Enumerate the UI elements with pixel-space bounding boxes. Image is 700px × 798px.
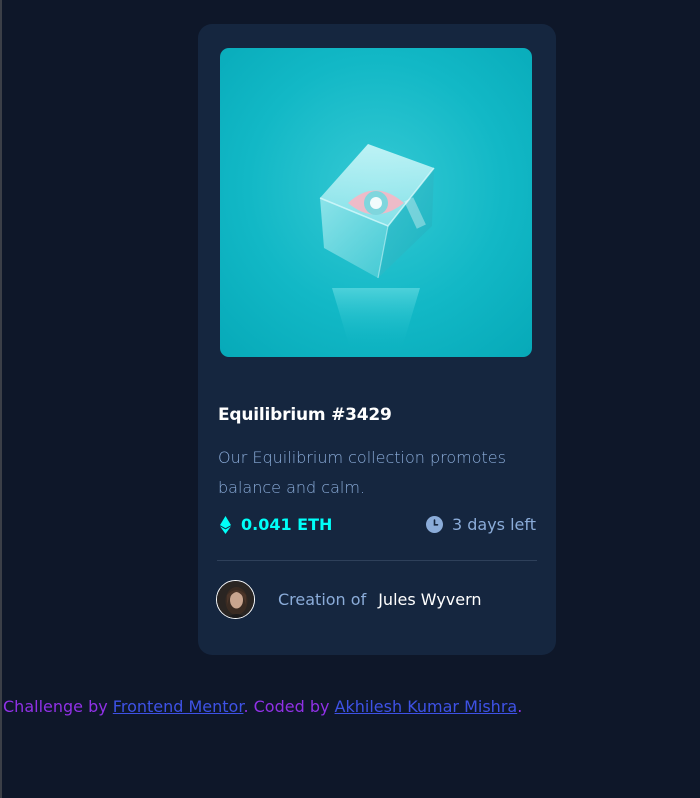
author-link[interactable]: Akhilesh Kumar Mishra (335, 697, 518, 716)
creator-prefix: Creation of (278, 590, 367, 609)
nft-image[interactable] (220, 48, 532, 357)
attribution-suffix: . (517, 697, 523, 716)
nft-card: Equilibrium #3429 Our Equilibrium collec… (198, 24, 556, 655)
frontend-mentor-link[interactable]: Frontend Mentor (113, 697, 244, 716)
price: 0.041 ETH (220, 515, 332, 534)
avatar (216, 580, 255, 619)
attribution-middle: . Coded by (243, 697, 335, 716)
divider (217, 560, 537, 561)
attribution: Challenge by Frontend Mentor. Coded by A… (3, 697, 522, 716)
time-left: 3 days left (425, 515, 536, 534)
time-left-value: 3 days left (451, 515, 536, 534)
window-edge (0, 0, 2, 798)
clock-icon (425, 516, 443, 533)
ethereum-icon (220, 515, 231, 534)
attribution-prefix: Challenge by (3, 697, 113, 716)
creator: Creation of Jules Wyvern (216, 580, 482, 619)
nft-title[interactable]: Equilibrium #3429 (218, 405, 392, 425)
creator-name-link[interactable]: Jules Wyvern (378, 590, 481, 609)
nft-description: Our Equilibrium collection promotes bala… (218, 448, 506, 497)
price-value: 0.041 ETH (241, 515, 333, 534)
